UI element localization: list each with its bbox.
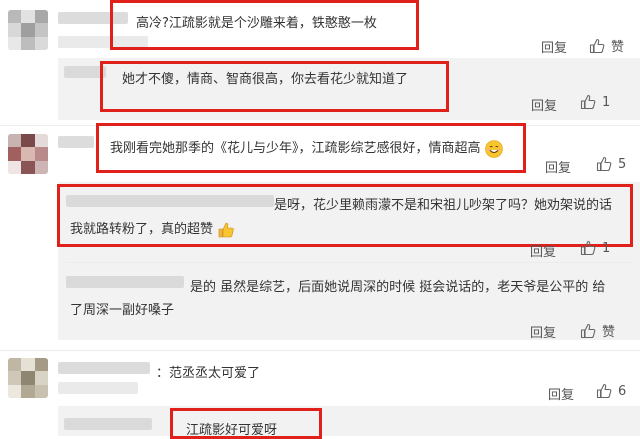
avatar[interactable] — [8, 134, 48, 174]
divider — [66, 262, 634, 263]
like-button[interactable]: 赞 — [589, 36, 624, 55]
highlight-box — [170, 408, 322, 439]
reply-text-line1: 是的 虽然是综艺，后面她说周深的时候 挺会说话的，老天爷是公平的 给 — [190, 280, 606, 295]
reply-button[interactable]: 回复 — [530, 241, 556, 260]
like-count: 赞 — [611, 40, 625, 55]
thumbs-up-icon — [580, 323, 596, 338]
reply-button[interactable]: 回复 — [541, 37, 567, 56]
highlight-box — [96, 123, 526, 173]
username-blurred[interactable] — [64, 418, 152, 430]
like-button[interactable]: 赞 — [580, 321, 615, 340]
highlight-box — [110, 0, 419, 50]
avatar-image — [8, 10, 48, 50]
avatar-image — [8, 134, 48, 174]
reply-button[interactable]: 回复 — [548, 384, 574, 403]
like-button[interactable]: 1 — [580, 240, 610, 256]
highlight-box — [100, 61, 449, 112]
divider — [0, 350, 640, 351]
reply-button[interactable]: 回复 — [545, 157, 571, 176]
timestamp-blurred — [58, 382, 138, 394]
username-blurred[interactable] — [58, 362, 150, 374]
thumbs-up-icon — [580, 240, 596, 256]
thumbs-up-icon — [589, 38, 605, 53]
like-count: 6 — [618, 383, 627, 399]
avatar[interactable] — [8, 358, 48, 398]
thumbs-up-icon — [596, 156, 612, 172]
username-blurred[interactable] — [66, 276, 184, 288]
thumbs-up-icon — [596, 383, 612, 399]
thumbs-up-icon — [580, 94, 596, 110]
username-blurred[interactable] — [58, 136, 94, 148]
like-count: 1 — [602, 94, 611, 110]
reply-text-line2: 了周深一副好嗓子 — [70, 303, 175, 318]
like-button[interactable]: 5 — [596, 156, 626, 172]
comment-text: ：范丞丞太可爱了 — [156, 366, 261, 381]
avatar-image — [8, 358, 48, 398]
like-button[interactable]: 1 — [580, 94, 610, 110]
like-count: 5 — [618, 156, 627, 172]
reply-button[interactable]: 回复 — [530, 322, 556, 341]
like-count: 赞 — [602, 325, 616, 340]
highlight-box — [57, 184, 633, 247]
avatar[interactable] — [8, 10, 48, 50]
reply-button[interactable]: 回复 — [531, 95, 557, 114]
like-count: 1 — [602, 240, 611, 256]
like-button[interactable]: 6 — [596, 383, 626, 399]
